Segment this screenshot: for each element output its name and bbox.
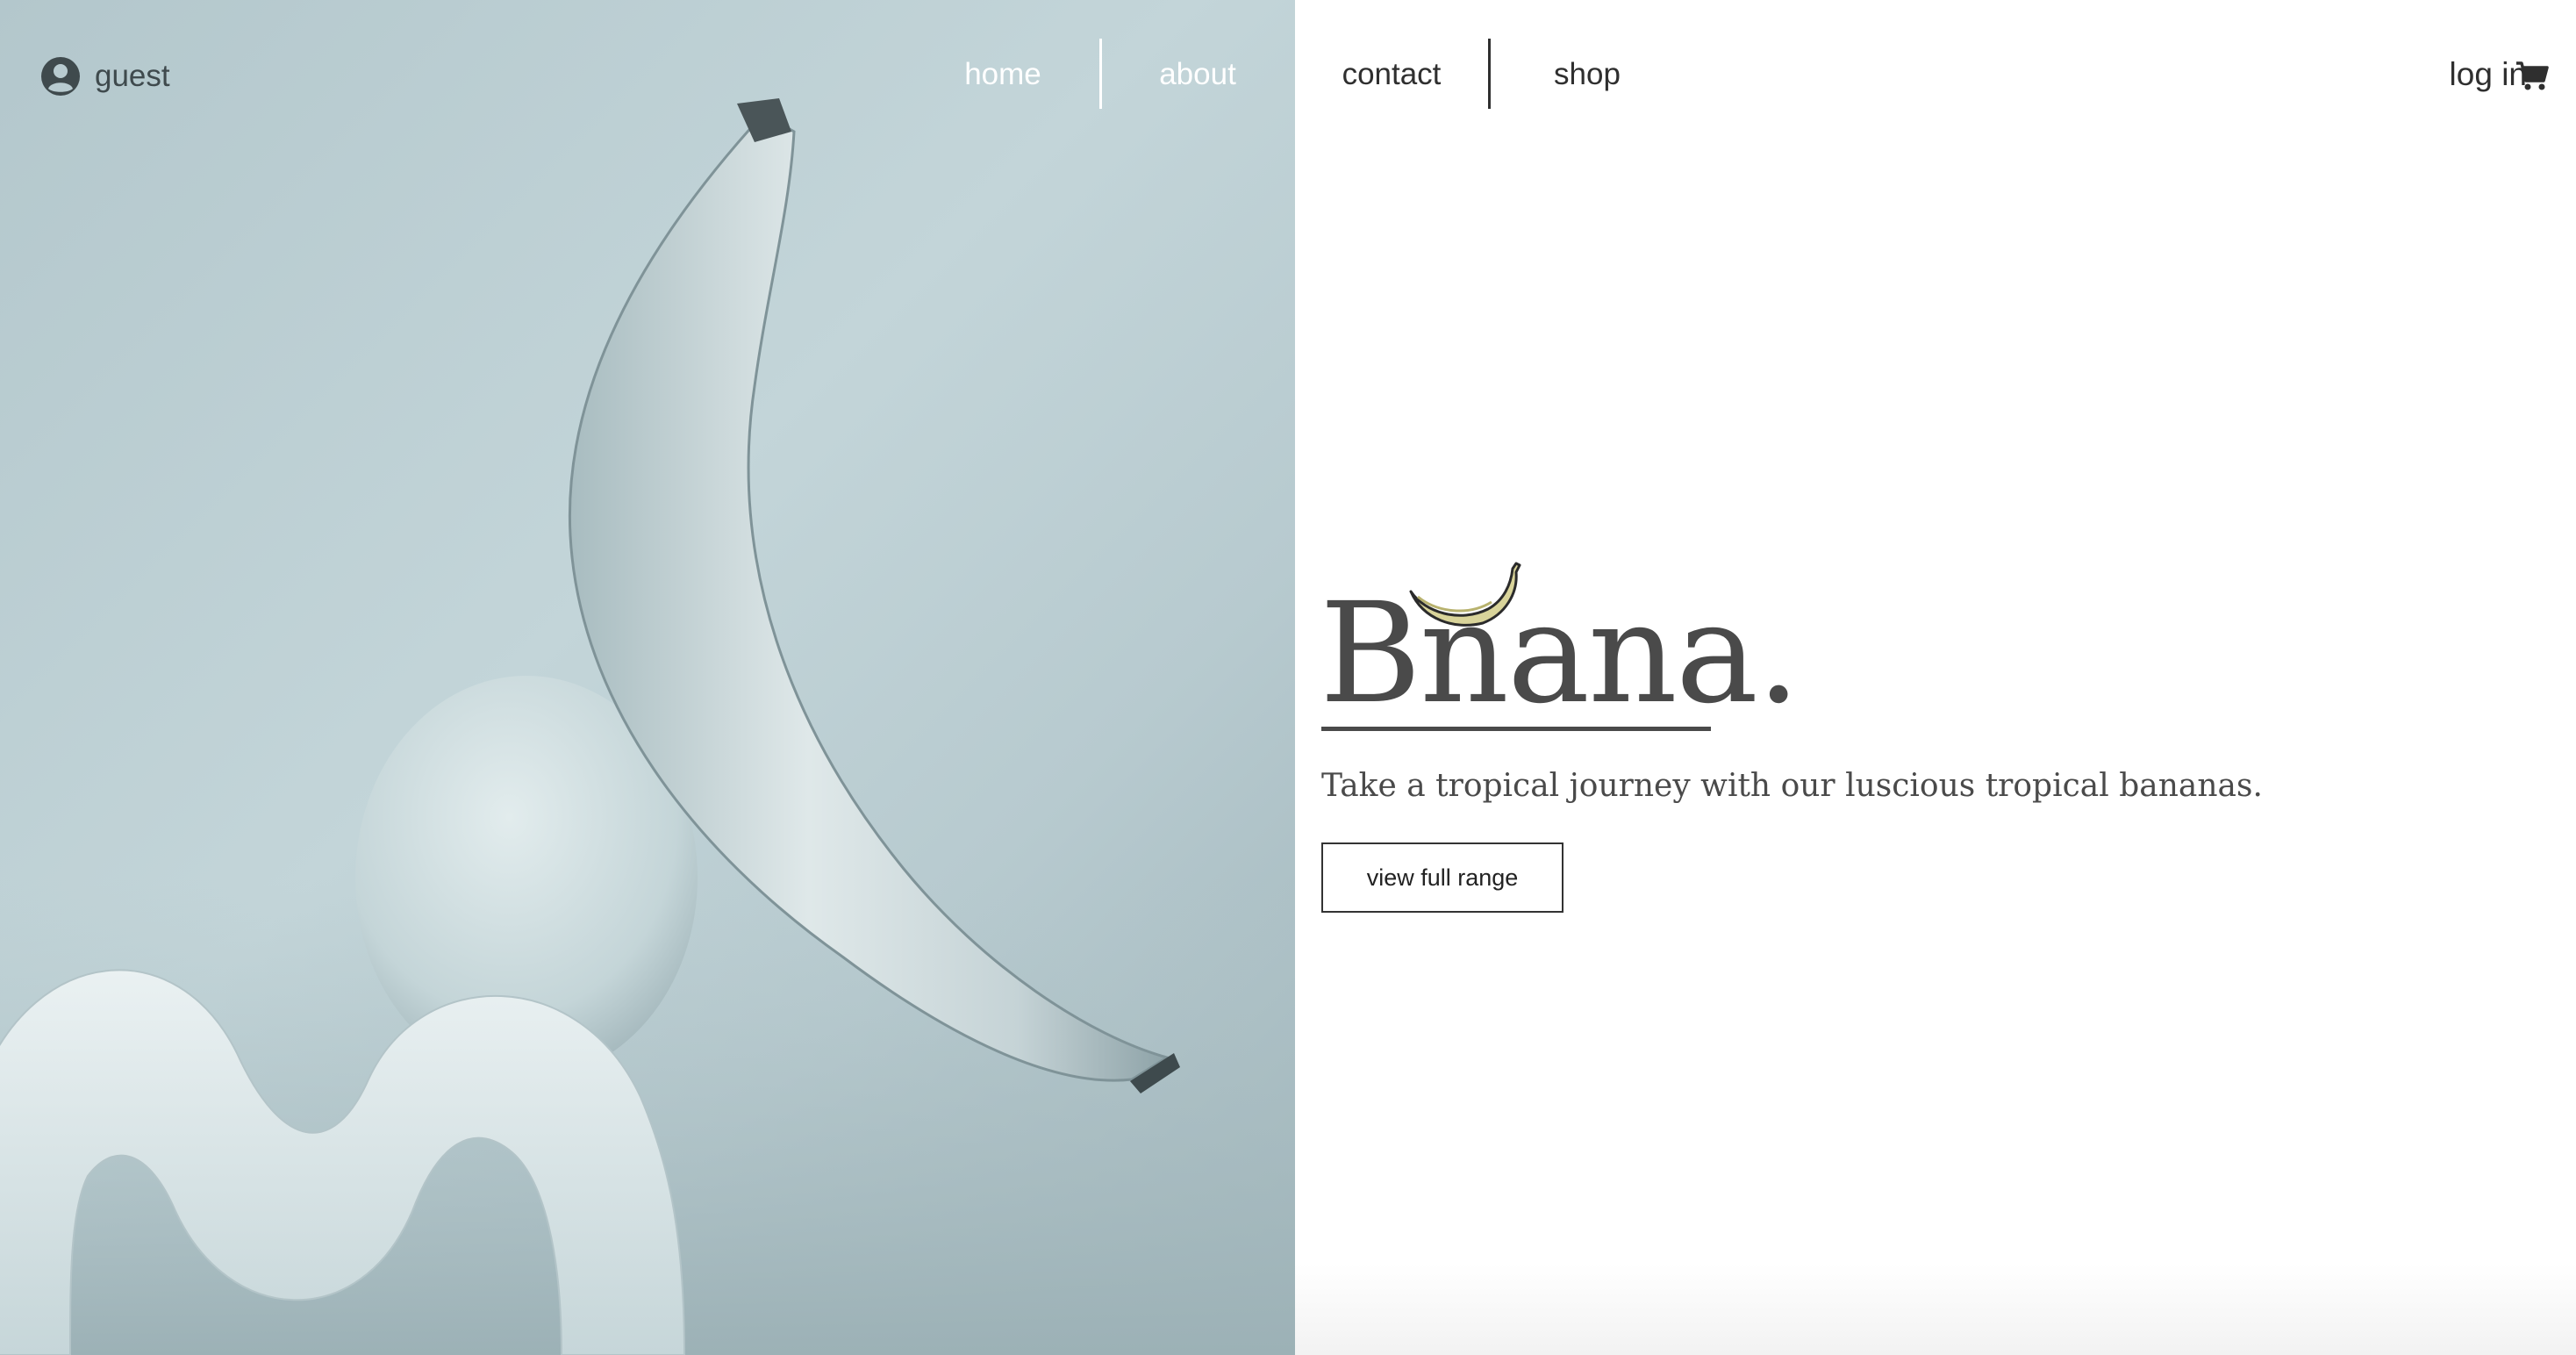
nav-about[interactable]: about <box>1113 53 1283 97</box>
nav-divider <box>1099 39 1102 109</box>
login-link[interactable]: log in <box>2395 53 2527 97</box>
brand-title: Bnana. <box>1320 573 1800 735</box>
hero-tagline: Take a tropical journey with our lusciou… <box>1321 768 2263 804</box>
page-bottom-shade <box>1295 1264 2576 1355</box>
hero-photo <box>0 0 1295 1355</box>
nav-contact[interactable]: contact <box>1316 53 1467 97</box>
user-circle-icon <box>40 56 81 97</box>
user-name: guest <box>95 59 170 93</box>
shopping-cart-icon[interactable] <box>2515 58 2550 93</box>
nav-divider <box>1488 39 1491 109</box>
brand-underline <box>1321 727 1711 731</box>
view-full-range-button[interactable]: view full range <box>1321 842 1563 913</box>
nav-home[interactable]: home <box>921 53 1084 97</box>
nav-shop[interactable]: shop <box>1514 53 1660 97</box>
user-menu[interactable]: guest <box>40 54 170 98</box>
